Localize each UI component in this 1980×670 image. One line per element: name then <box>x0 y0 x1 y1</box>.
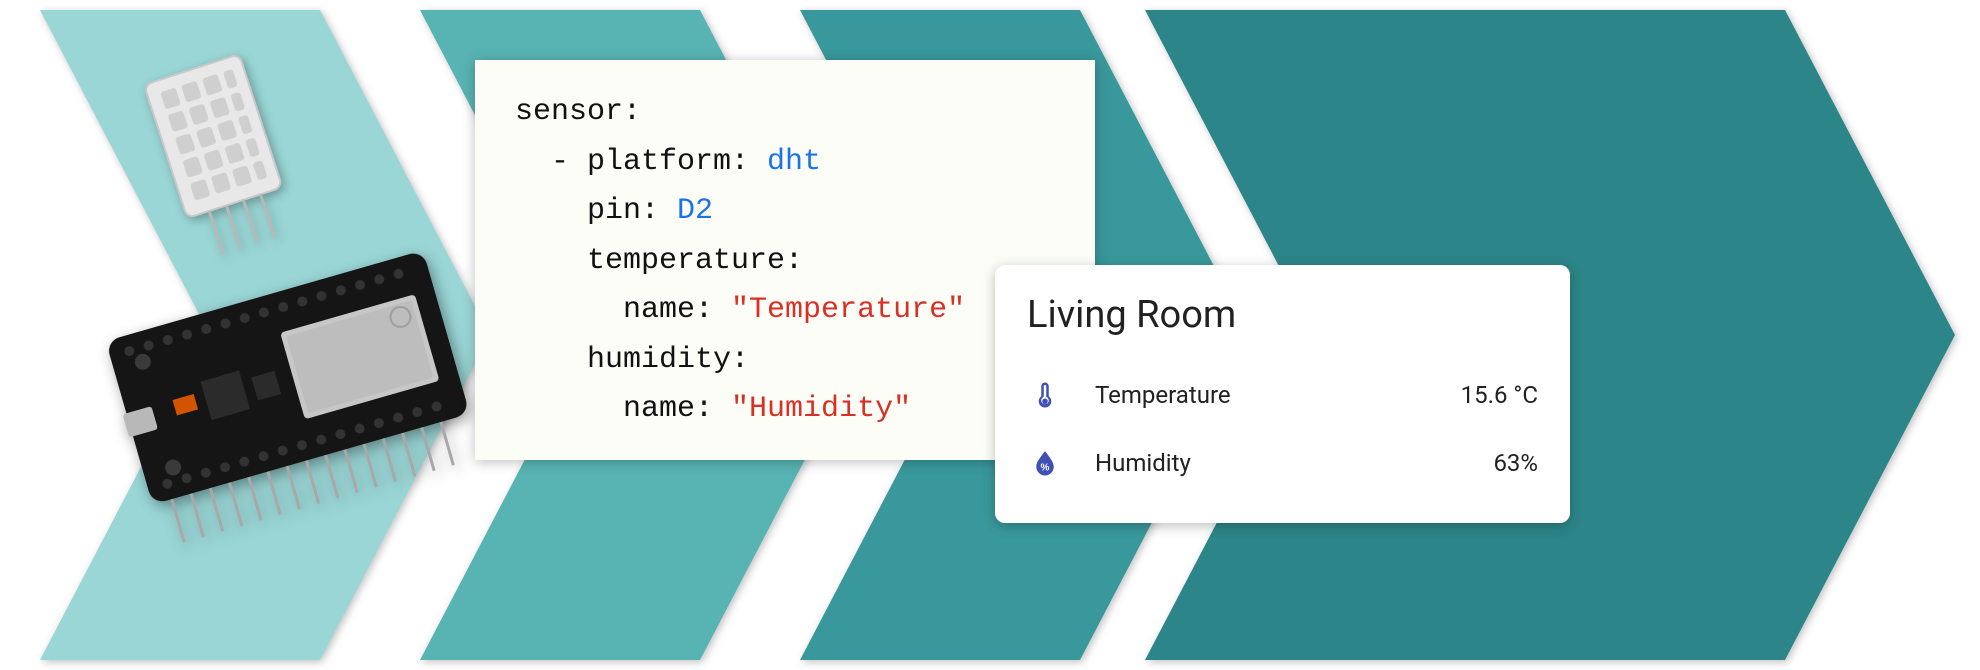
code-line: - platform: <box>515 145 767 179</box>
widget-row-label: Temperature <box>1095 381 1461 409</box>
water-percent-icon: % <box>1027 445 1063 481</box>
widget-row-label: Humidity <box>1095 449 1493 477</box>
widget-title: Living Room <box>1027 293 1538 337</box>
code-line: pin: <box>515 194 677 228</box>
code-line: name: <box>515 392 731 426</box>
code-line: name: <box>515 293 731 327</box>
code-string: "Humidity" <box>731 392 911 426</box>
code-line: humidity: <box>515 343 749 377</box>
sensor-widget-card: Living Room Temperature 15.6 °C % Humidi… <box>995 265 1570 523</box>
widget-row-value: 15.6 °C <box>1461 381 1538 409</box>
code-line: temperature: <box>515 244 803 278</box>
code-keyword: D2 <box>677 194 713 228</box>
thermometer-icon <box>1027 377 1063 413</box>
code-string: "Temperature" <box>731 293 965 327</box>
widget-row-humidity: % Humidity 63% <box>1027 429 1538 497</box>
code-keyword: dht <box>767 145 821 179</box>
widget-row-temperature: Temperature 15.6 °C <box>1027 361 1538 429</box>
svg-text:%: % <box>1041 463 1050 474</box>
code-line: sensor: <box>515 95 641 129</box>
widget-row-value: 63% <box>1493 449 1538 477</box>
